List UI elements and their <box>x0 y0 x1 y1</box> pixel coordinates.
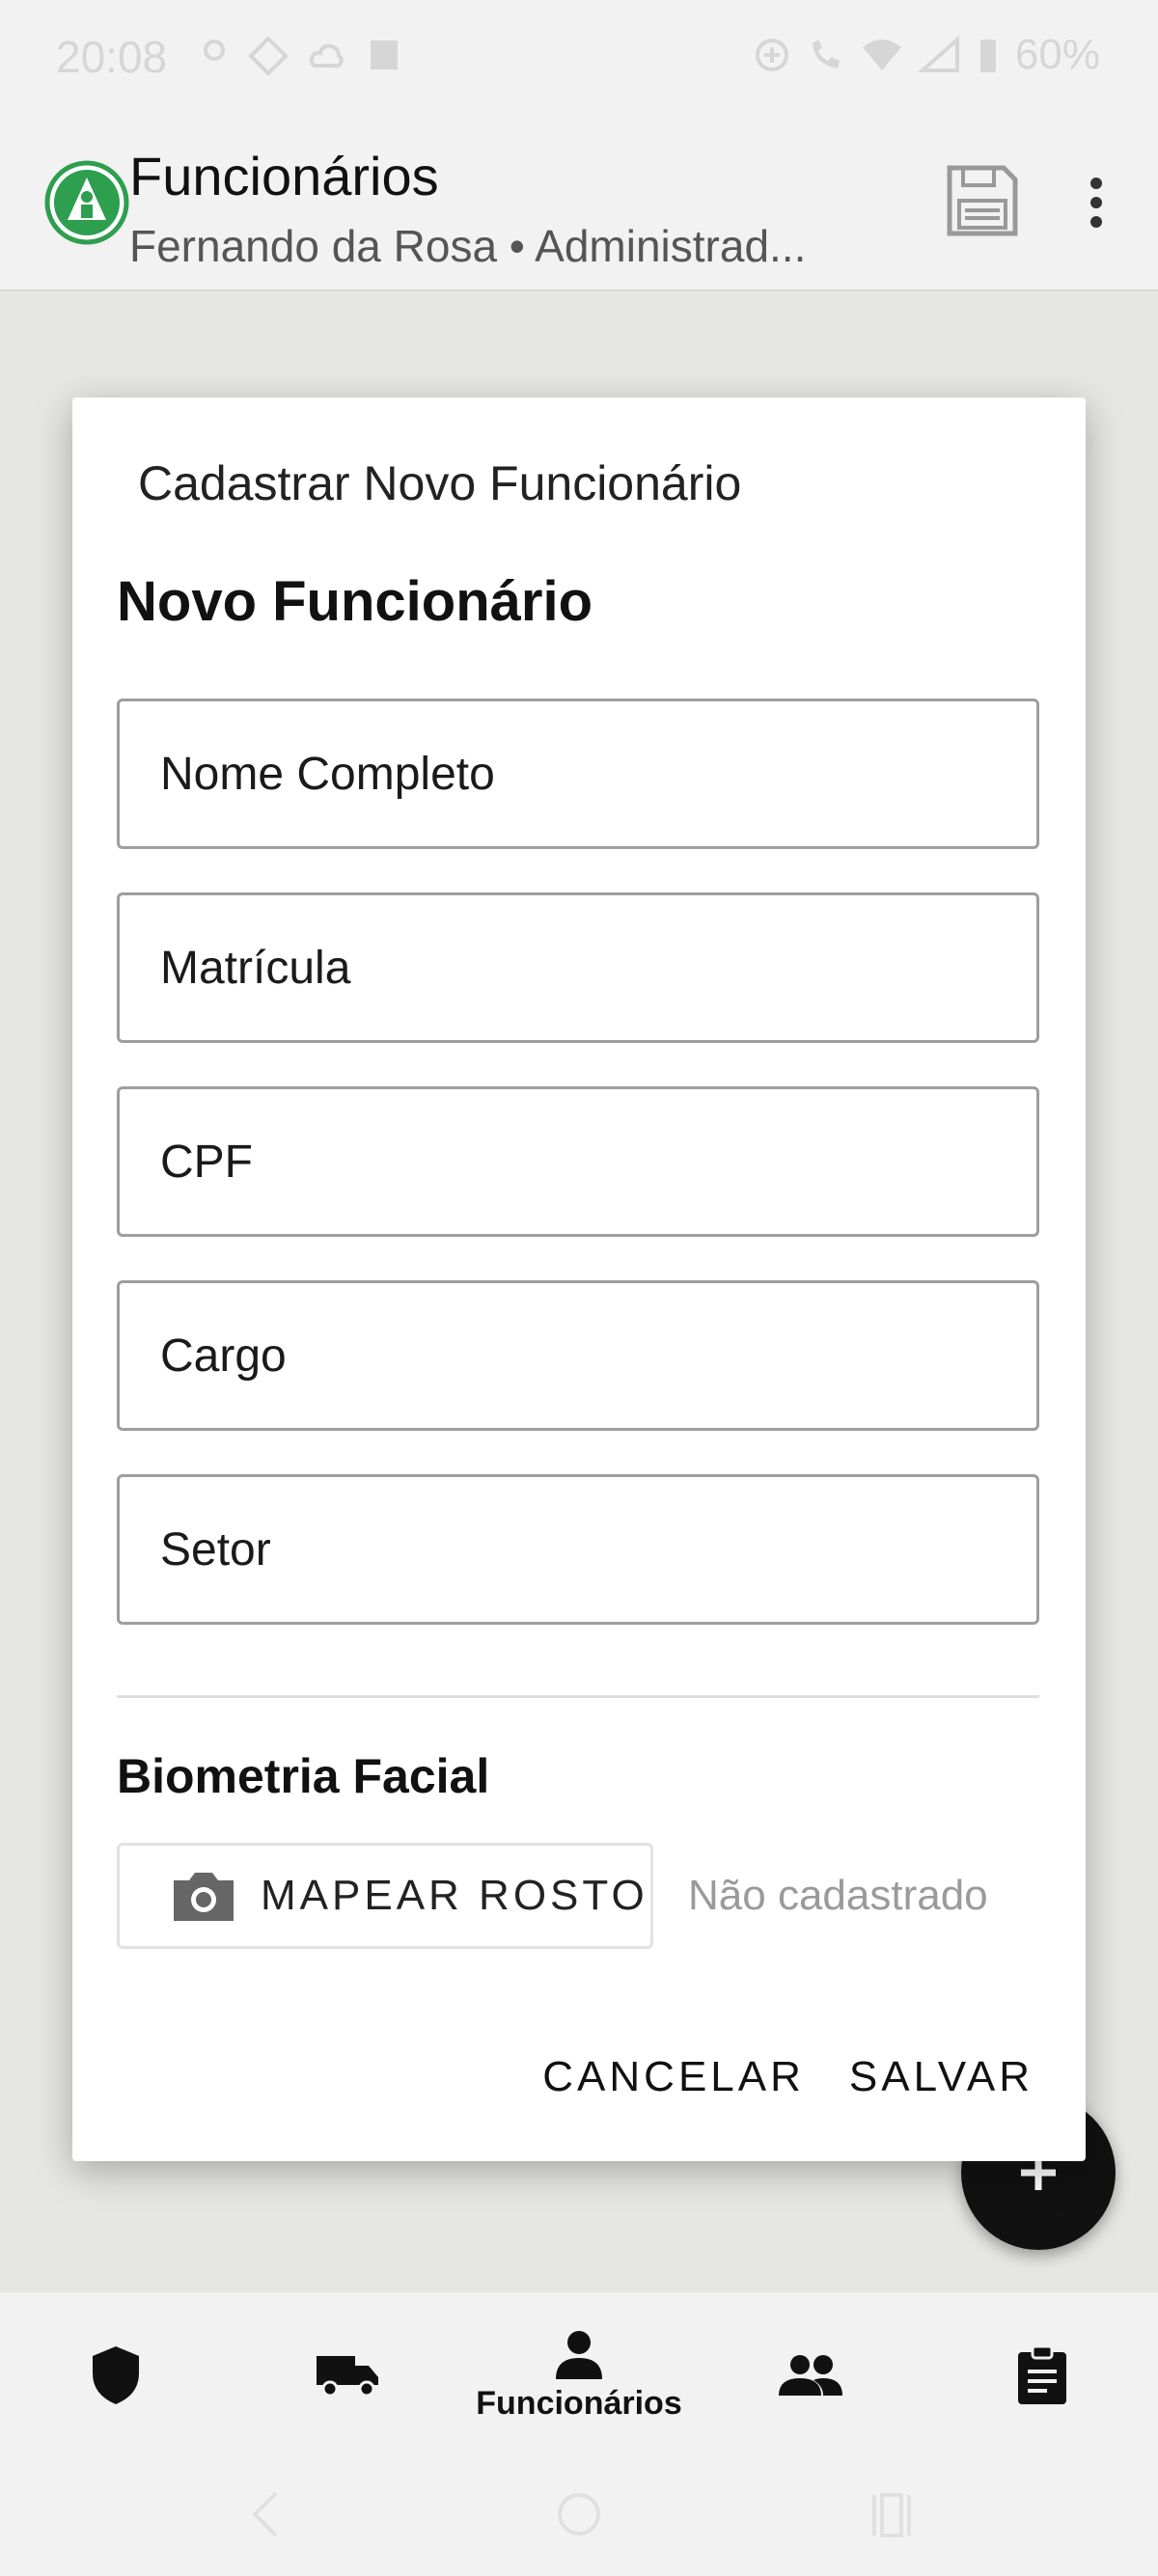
divider <box>117 1695 1039 1698</box>
job-title-field[interactable] <box>117 1280 1039 1431</box>
page-title: Funcionários <box>129 146 439 206</box>
diamond-icon <box>249 37 288 75</box>
nav-item-reports[interactable] <box>926 2292 1158 2458</box>
new-employee-dialog: Cadastrar Novo Funcionário Novo Funcioná… <box>72 397 1086 2161</box>
back-icon[interactable] <box>245 2487 284 2541</box>
page-subtitle: Fernando da Rosa • Administrad... <box>129 221 807 271</box>
truck-icon <box>317 2356 378 2398</box>
status-bar: 20:08 60% <box>0 0 1158 116</box>
dialog-actions: CANCELAR SALVAR <box>542 2053 1034 2101</box>
nav-item-label: Funcionários <box>476 2384 682 2422</box>
more-vert-icon <box>1090 178 1102 228</box>
battery-level: 60% <box>1014 31 1100 78</box>
clipboard-notify-icon <box>371 41 398 69</box>
camera-icon <box>174 1873 234 1921</box>
person-icon <box>556 2330 602 2379</box>
cloud-icon <box>309 43 344 69</box>
bottom-navigation: Funcionários <box>0 2292 1158 2458</box>
job-title-input[interactable] <box>120 1283 1036 1428</box>
form-heading: Novo Funcionário <box>117 570 593 633</box>
shield-icon <box>93 2346 139 2404</box>
cpf-field[interactable] <box>117 1086 1039 1237</box>
app-bar: Funcionários Fernando da Rosa • Administ… <box>0 116 1158 291</box>
full-name-field[interactable] <box>117 699 1039 849</box>
full-name-input[interactable] <box>120 701 1036 846</box>
dialog-title: Cadastrar Novo Funcionário <box>138 456 742 510</box>
map-face-button-label: MAPEAR ROSTO <box>261 1872 648 1919</box>
nav-item-employees[interactable]: Funcionários <box>463 2292 695 2458</box>
facial-biometrics-heading: Biometria Facial <box>117 1749 490 1803</box>
cancel-button[interactable]: CANCELAR <box>542 2053 805 2101</box>
department-field[interactable] <box>117 1474 1039 1625</box>
biometrics-status: Não cadastrado <box>688 1872 988 1919</box>
clipboard-icon <box>1018 2344 1066 2404</box>
save-toolbar-button[interactable] <box>944 162 1021 239</box>
wifi-call-icon <box>812 40 840 69</box>
registration-input[interactable] <box>120 895 1036 1040</box>
data-saver-icon <box>755 39 788 71</box>
home-icon[interactable] <box>556 2487 602 2541</box>
wifi-icon <box>862 40 901 70</box>
save-button[interactable]: SALVAR <box>849 2053 1034 2101</box>
more-options-button[interactable] <box>1077 174 1116 232</box>
cpf-input[interactable] <box>120 1089 1036 1234</box>
location-icon <box>204 40 225 61</box>
nav-item-teams[interactable] <box>695 2292 926 2458</box>
battery-icon <box>979 40 996 72</box>
system-navigation-bar <box>0 2458 1158 2576</box>
registration-field[interactable] <box>117 892 1039 1043</box>
signal-icon <box>918 36 959 72</box>
status-time: 20:08 <box>56 32 168 82</box>
nav-item-vehicles[interactable] <box>232 2292 463 2458</box>
floppy-disk-icon <box>947 165 1018 236</box>
app-logo-icon <box>44 160 129 245</box>
group-icon <box>779 2355 842 2396</box>
map-face-button[interactable]: MAPEAR ROSTO <box>117 1843 653 1949</box>
department-input[interactable] <box>120 1477 1036 1622</box>
status-system-icons: 60% <box>753 31 1100 79</box>
status-notification-icons <box>201 37 403 75</box>
nav-item-security[interactable] <box>0 2292 232 2458</box>
recents-icon[interactable] <box>868 2487 915 2541</box>
